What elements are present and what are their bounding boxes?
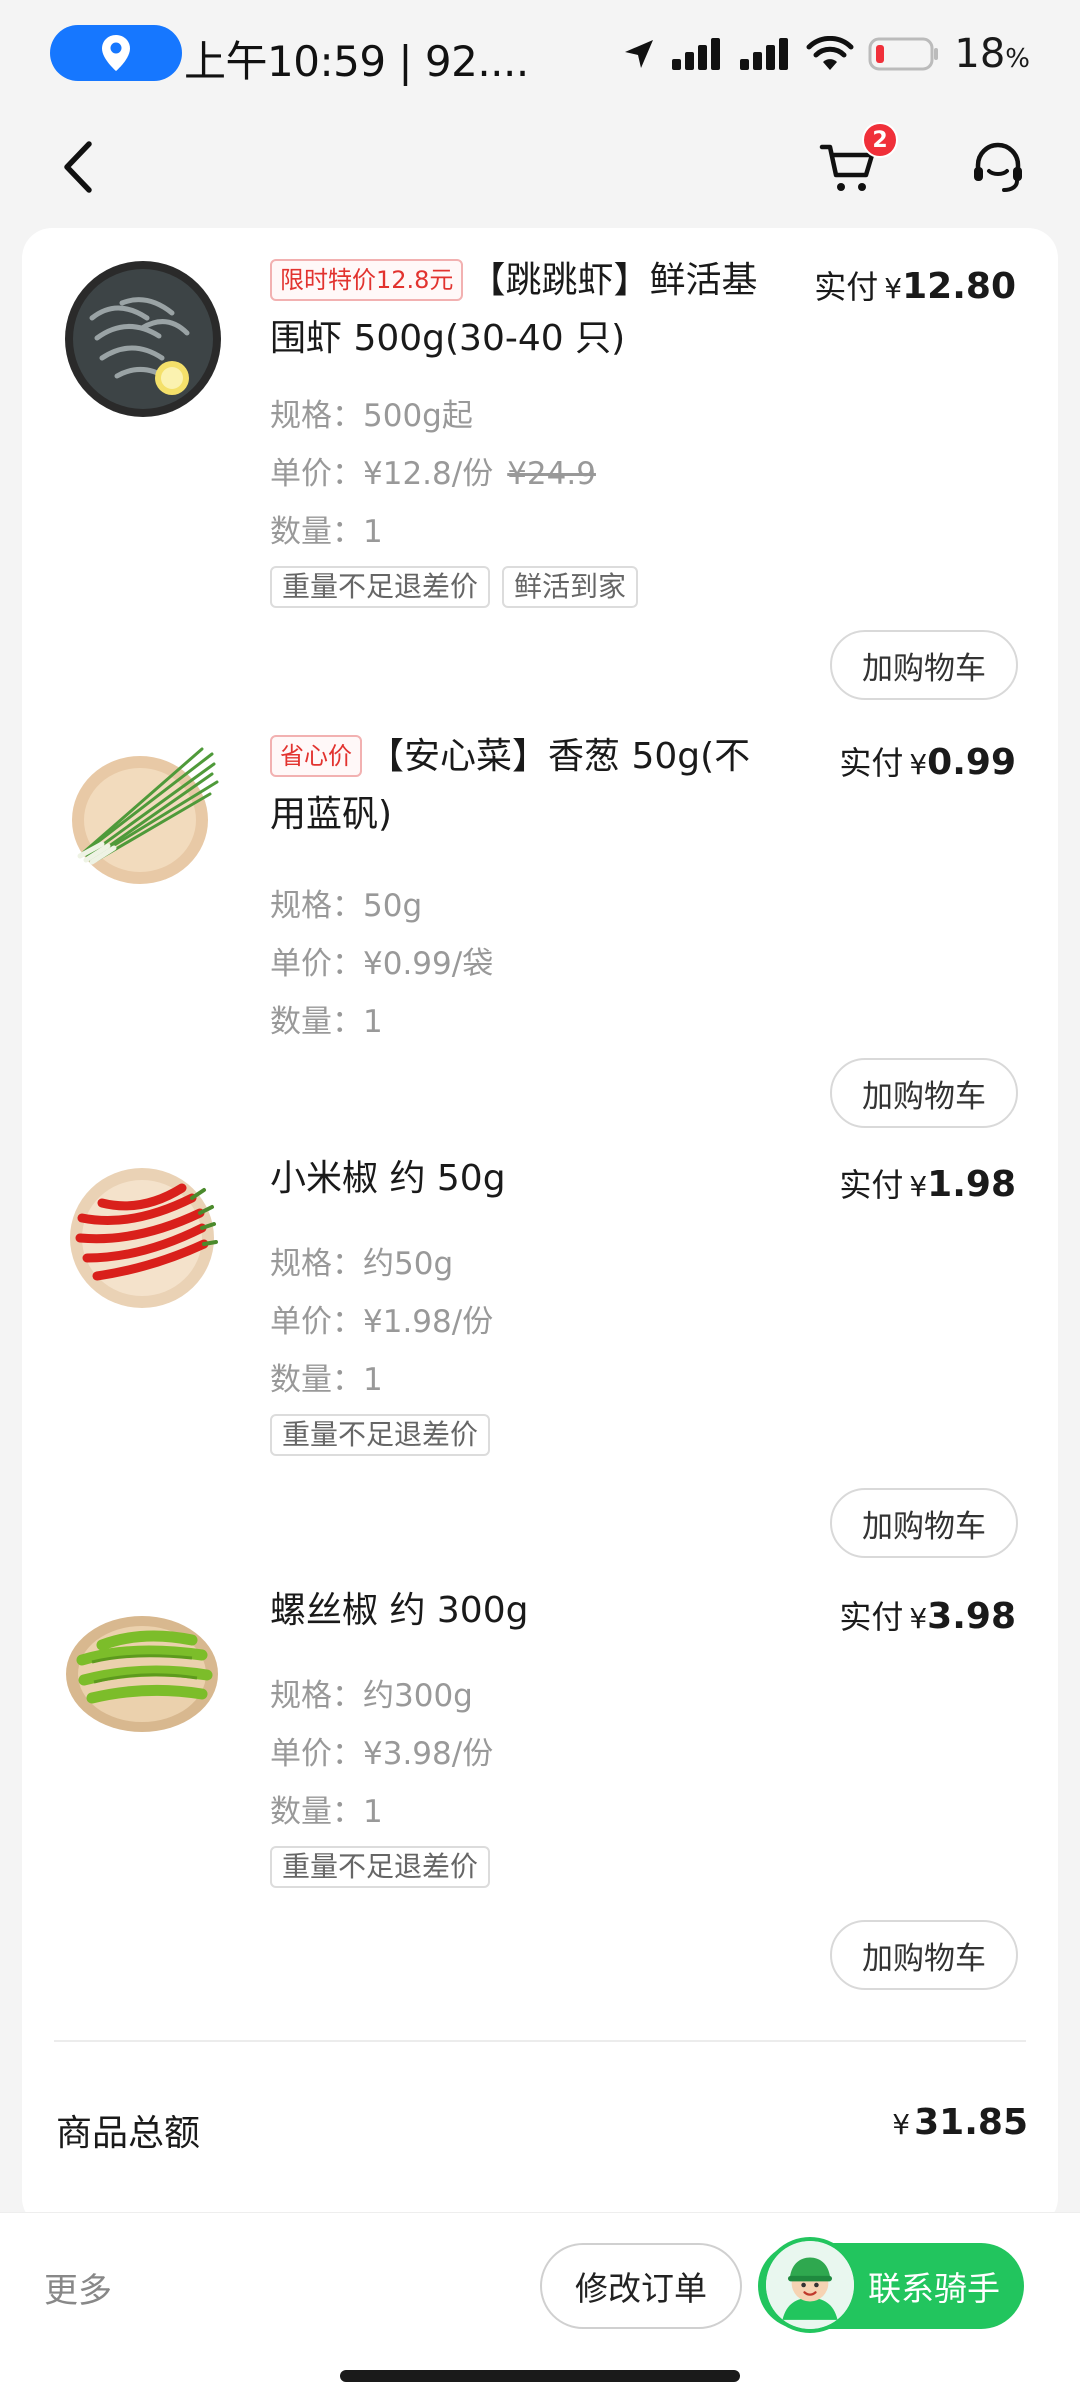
product-quantity: 数量：1	[270, 1794, 383, 1830]
product-image-scallion[interactable]	[62, 734, 224, 896]
product-spec: 规格：约50g	[270, 1246, 454, 1282]
product-image-red-chili[interactable]	[62, 1158, 224, 1320]
paid-amount: 实付 ¥3.98	[839, 1596, 1016, 1637]
product-image-green-pepper[interactable]	[62, 1590, 224, 1752]
status-bar: 上午10:59 | 92.... 18%	[0, 0, 1080, 110]
service-tags: 重量不足退差价	[270, 1846, 491, 1888]
cart-count-badge: 2	[862, 122, 898, 158]
total-label: 商品总额	[56, 2113, 201, 2154]
location-pill[interactable]	[50, 25, 182, 81]
unit-price: 单价：¥3.98/份	[270, 1736, 494, 1772]
modify-order-button[interactable]: 修改订单	[540, 2243, 742, 2329]
add-to-cart-button[interactable]: 加购物车	[830, 1058, 1018, 1128]
add-to-cart-button[interactable]: 加购物车	[830, 1920, 1018, 1990]
status-icons: 18%	[622, 28, 1030, 80]
headset-icon	[974, 142, 1022, 192]
chevron-left-icon	[64, 141, 92, 193]
service-tag: 重量不足退差价	[270, 566, 491, 608]
unit-price: 单价：¥12.8/份 ¥24.9	[270, 456, 596, 492]
product-title[interactable]: 小米椒 约 50g	[270, 1150, 770, 1208]
service-tags: 重量不足退差价 鲜活到家	[270, 566, 639, 608]
customer-service-button[interactable]	[958, 128, 1038, 208]
product-title[interactable]: 螺丝椒 约 300g	[270, 1582, 770, 1640]
status-time: 上午10:59 | 92....	[184, 37, 529, 86]
product-title[interactable]: 限时特价12.8元 【跳跳虾】鲜活基围虾 500g(30-40 只)	[270, 252, 770, 368]
total-value: ¥31.85	[892, 2102, 1028, 2143]
home-indicator[interactable]	[340, 2370, 740, 2382]
contact-rider-label: 联系骑手	[868, 2269, 1000, 2308]
product-spec: 规格：50g	[270, 888, 423, 924]
unit-price: 单价：¥1.98/份	[270, 1304, 494, 1340]
product-quantity: 数量：1	[270, 514, 383, 550]
service-tag: 重量不足退差价	[270, 1414, 491, 1456]
location-pin-icon	[102, 35, 130, 71]
paid-amount: 实付 ¥12.80	[814, 266, 1016, 307]
signal-icon-2	[740, 38, 789, 70]
product-quantity: 数量：1	[270, 1004, 383, 1040]
paid-amount: 实付 ¥0.99	[839, 742, 1016, 783]
service-tags: 重量不足退差价	[270, 1414, 491, 1456]
original-price: ¥24.9	[507, 456, 596, 492]
promo-tag: 限时特价12.8元	[270, 259, 464, 301]
service-tag: 鲜活到家	[502, 566, 639, 608]
product-spec: 规格：约300g	[270, 1678, 473, 1714]
product-quantity: 数量：1	[270, 1362, 383, 1398]
promo-tag: 省心价	[270, 735, 362, 777]
wifi-icon	[806, 36, 854, 70]
product-spec: 规格：500g起	[270, 398, 473, 434]
order-items-card: 限时特价12.8元 【跳跳虾】鲜活基围虾 500g(30-40 只) 实付 ¥12.…	[22, 228, 1058, 2228]
back-button[interactable]	[48, 132, 108, 202]
service-tag: 重量不足退差价	[270, 1846, 491, 1888]
rider-avatar-icon	[762, 2237, 858, 2333]
contact-rider-button[interactable]: 联系骑手	[758, 2237, 1024, 2333]
navigation-arrow-icon	[625, 40, 654, 68]
add-to-cart-button[interactable]: 加购物车	[830, 1488, 1018, 1558]
top-nav: 2	[0, 110, 1080, 230]
product-title[interactable]: 省心价 【安心菜】香葱 50g(不用蓝矾)	[270, 728, 770, 844]
product-image-shrimp[interactable]	[62, 258, 224, 420]
cart-button[interactable]: 2	[808, 122, 898, 208]
battery-percent: 18%	[954, 31, 1030, 77]
unit-price: 单价：¥0.99/袋	[270, 946, 494, 982]
more-button[interactable]: 更多	[44, 2263, 112, 2312]
battery-icon	[868, 37, 939, 71]
paid-amount: 实付 ¥1.98	[839, 1164, 1016, 1205]
add-to-cart-button[interactable]: 加购物车	[830, 630, 1018, 700]
signal-icon-1	[672, 38, 721, 70]
divider	[54, 2040, 1026, 2042]
